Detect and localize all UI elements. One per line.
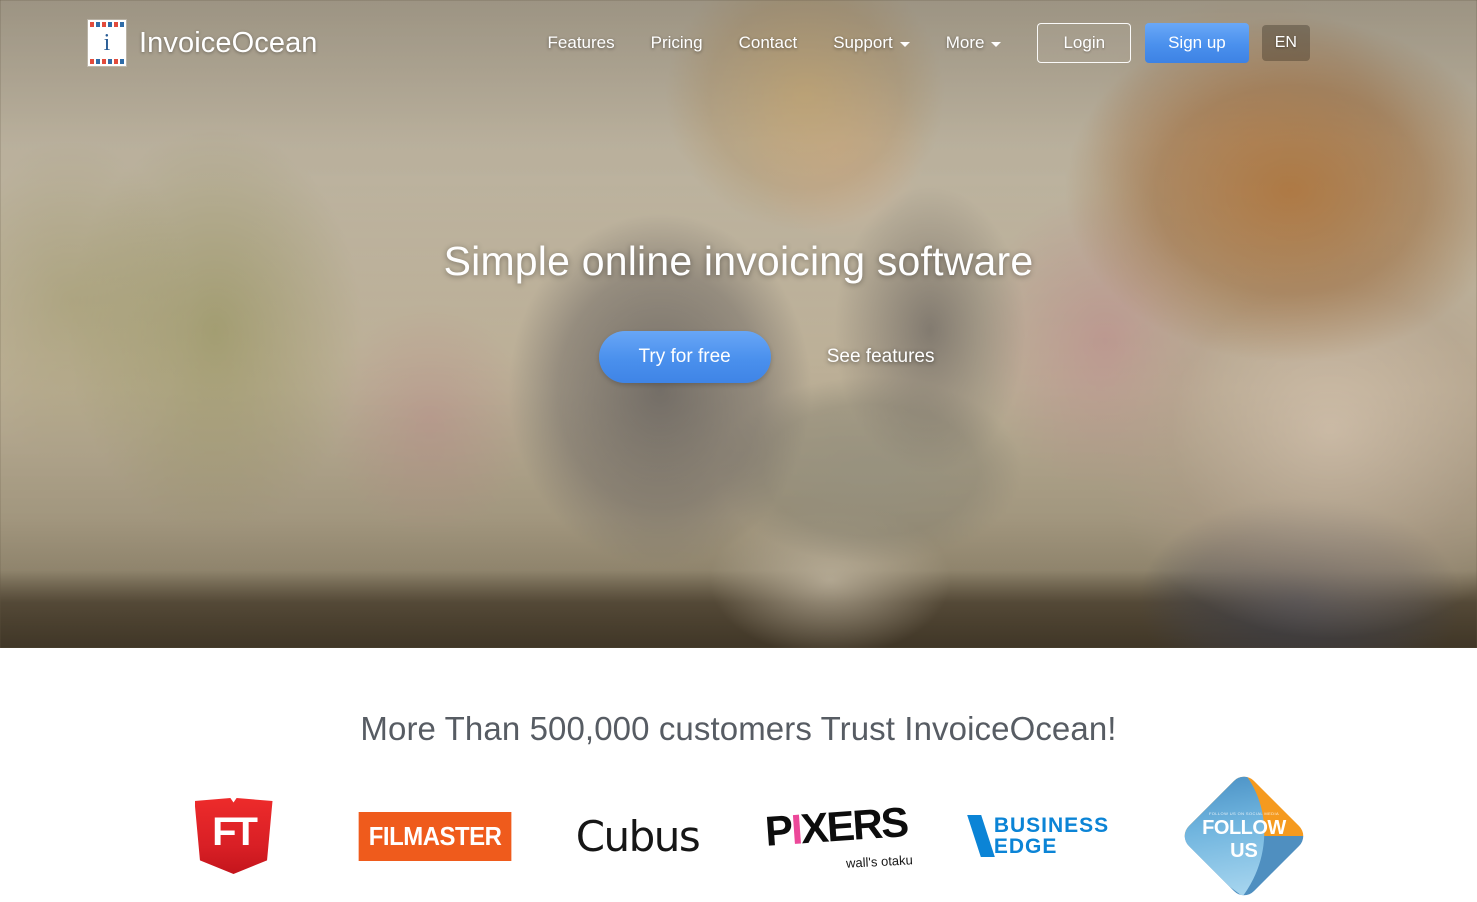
nav-links: Features Pricing Contact Support More: [530, 25, 1020, 61]
customer-logo-strip: FT FILMASTER Cubus PIXERS wall's otaku B…: [0, 770, 1477, 902]
follow-us-microtext: FOLLOW US ON SOCIAL MEDIA: [1208, 810, 1279, 816]
pixers-logo-wordmark: PIXERS: [763, 798, 908, 856]
business-edge-logo-icon: BUSINESS EDGE: [966, 815, 1109, 857]
login-button[interactable]: Login: [1037, 23, 1132, 63]
invoice-icon: i: [88, 20, 126, 66]
business-edge-line2: EDGE: [993, 835, 1058, 858]
chevron-down-icon: [991, 42, 1002, 47]
customer-logo-pixers[interactable]: PIXERS wall's otaku: [739, 786, 941, 886]
customers-section: More Than 500,000 customers Trust Invoic…: [0, 648, 1477, 902]
brand-name: InvoiceOcean: [139, 26, 318, 59]
customers-title: More Than 500,000 customers Trust Invoic…: [360, 710, 1117, 747]
brand-mark-letter: i: [103, 30, 111, 56]
nav-item-contact[interactable]: Contact: [721, 25, 816, 61]
nav-actions: Login Sign up EN: [1037, 23, 1310, 63]
airmail-stripe-top: [90, 22, 124, 27]
filmaster-logo-text: FILMASTER: [359, 811, 512, 861]
nav-item-pricing[interactable]: Pricing: [633, 25, 721, 61]
top-navigation-bar: i InvoiceOcean Features Pricing Contact …: [0, 0, 1477, 86]
pixers-p: P: [762, 806, 793, 855]
hero-title: Simple online invoicing software: [443, 238, 1034, 284]
pixers-logo-icon: PIXERS wall's otaku: [763, 798, 915, 871]
nav-item-more[interactable]: More: [928, 25, 1020, 61]
nav-item-more-label: More: [945, 33, 985, 52]
nav-item-support-label: Support: [833, 33, 893, 52]
hero-cta-group: Try for free See features: [0, 331, 1477, 384]
language-selector[interactable]: EN: [1261, 25, 1310, 61]
business-edge-line1: BUSINESS: [993, 814, 1110, 837]
see-features-link[interactable]: See features: [827, 346, 935, 368]
follow-us-line1: FOLLOW: [1201, 816, 1286, 839]
nav-item-contact-label: Contact: [738, 33, 798, 52]
airmail-stripe-bottom: [90, 59, 124, 64]
pixers-xers: XERS: [798, 798, 908, 853]
signup-button[interactable]: Sign up: [1145, 23, 1249, 63]
customer-logo-ft[interactable]: FT: [133, 786, 335, 886]
nav-item-features[interactable]: Features: [530, 25, 633, 61]
pixers-tagline: wall's otaku: [845, 852, 913, 871]
ft-logo-text: FT: [212, 809, 258, 854]
brand-logo-link[interactable]: i InvoiceOcean: [88, 20, 318, 66]
ft-logo-icon: FT: [194, 798, 273, 874]
customer-logo-filmaster[interactable]: FILMASTER: [335, 786, 537, 886]
nav-item-pricing-label: Pricing: [650, 33, 703, 52]
follow-us-line2: US: [1229, 839, 1258, 862]
follow-us-logo-icon: FOLLOW US ON SOCIAL MEDIA FOLLOW US: [1178, 770, 1309, 902]
business-edge-wordmark: BUSINESS EDGE: [994, 815, 1109, 857]
customer-logo-business-edge[interactable]: BUSINESS EDGE: [941, 786, 1143, 886]
nav-item-support[interactable]: Support: [815, 25, 928, 61]
cubus-logo-text: Cubus: [575, 811, 701, 861]
customer-logo-cubus[interactable]: Cubus: [537, 786, 739, 886]
chevron-down-icon: [899, 42, 910, 47]
follow-us-wordmark: FOLLOW US ON SOCIAL MEDIA FOLLOW US: [1198, 790, 1290, 882]
customer-logo-follow-us[interactable]: FOLLOW US ON SOCIAL MEDIA FOLLOW US: [1143, 770, 1345, 902]
try-for-free-button[interactable]: Try for free: [598, 331, 771, 384]
hero-section: i InvoiceOcean Features Pricing Contact …: [0, 0, 1477, 648]
business-edge-slash-mark: [966, 815, 995, 857]
nav-item-features-label: Features: [547, 33, 615, 52]
hero-content: Simple online invoicing software Try for…: [0, 236, 1477, 384]
